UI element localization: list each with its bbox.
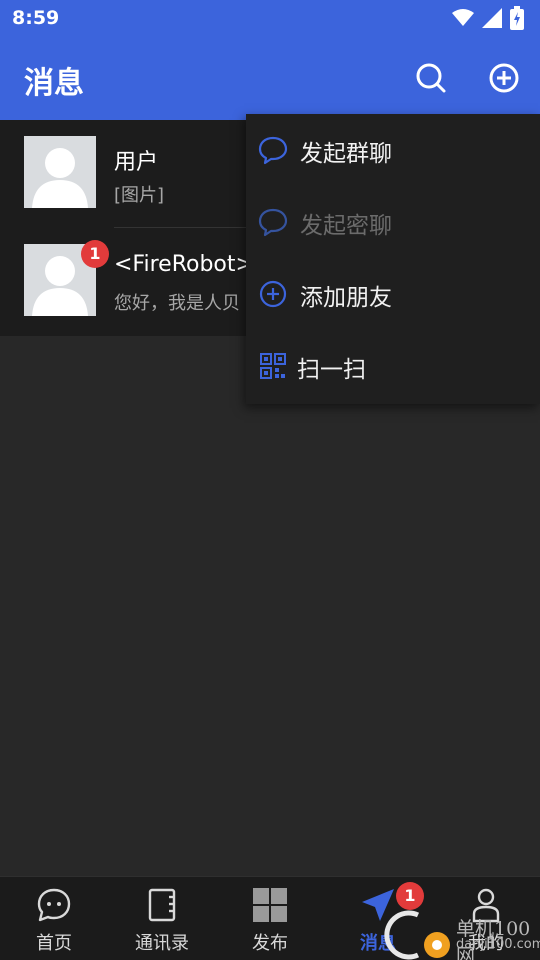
page-title: 消息 (24, 66, 84, 101)
grid-icon (253, 888, 287, 922)
menu-item-label: 发起密聊 (300, 213, 392, 239)
chat-preview: [图片] (114, 185, 165, 206)
wifi-icon (452, 9, 474, 26)
chat-name: 用户 (114, 150, 159, 175)
nav-label: 通讯录 (135, 933, 189, 954)
signal-icon (482, 8, 502, 28)
unread-badge: 1 (81, 240, 109, 268)
watermark-logo-icon (384, 910, 450, 960)
chat-bubble-icon (258, 136, 288, 165)
chat-bubble-icon (258, 208, 288, 237)
menu-item-add-friend[interactable]: 添加朋友 (246, 258, 540, 330)
menu-item-label: 扫一扫 (297, 357, 366, 383)
status-icons (452, 6, 524, 30)
add-button[interactable] (486, 60, 522, 96)
chat-dots-icon (37, 888, 71, 922)
chat-preview: 您好，我是人贝 (114, 293, 240, 314)
default-avatar-icon (24, 136, 96, 208)
menu-item-label: 添加朋友 (300, 285, 392, 311)
status-bar: 8:59 (0, 0, 540, 38)
nav-item-publish[interactable]: 发布 (216, 877, 324, 960)
menu-item-start-group-chat[interactable]: 发起群聊 (246, 114, 540, 186)
search-button[interactable] (413, 60, 449, 96)
chat-name: <FireRobot> (114, 252, 254, 277)
app-header: 8:59 消息 (0, 0, 540, 120)
battery-icon (510, 6, 524, 30)
add-circle-icon (489, 63, 519, 93)
contacts-book-icon (148, 888, 176, 922)
search-icon (416, 63, 446, 93)
status-time: 8:59 (12, 7, 60, 29)
menu-item-start-secret-chat[interactable]: 发起密聊 (246, 186, 540, 258)
watermark: 单机100网 danji100.com (380, 905, 540, 960)
nav-label: 发布 (252, 933, 288, 954)
nav-item-home[interactable]: 首页 (0, 877, 108, 960)
dropdown-menu: 发起群聊 发起密聊 添加朋友 扫一扫 (246, 114, 540, 404)
menu-item-scan[interactable]: 扫一扫 (246, 330, 540, 402)
nav-item-contacts[interactable]: 通讯录 (108, 877, 216, 960)
menu-item-label: 发起群聊 (300, 141, 392, 167)
avatar (24, 136, 96, 208)
watermark-url: danji100.com (456, 937, 540, 952)
add-circle-icon (259, 280, 287, 308)
nav-label: 首页 (36, 933, 72, 954)
qr-scan-icon (260, 353, 286, 379)
